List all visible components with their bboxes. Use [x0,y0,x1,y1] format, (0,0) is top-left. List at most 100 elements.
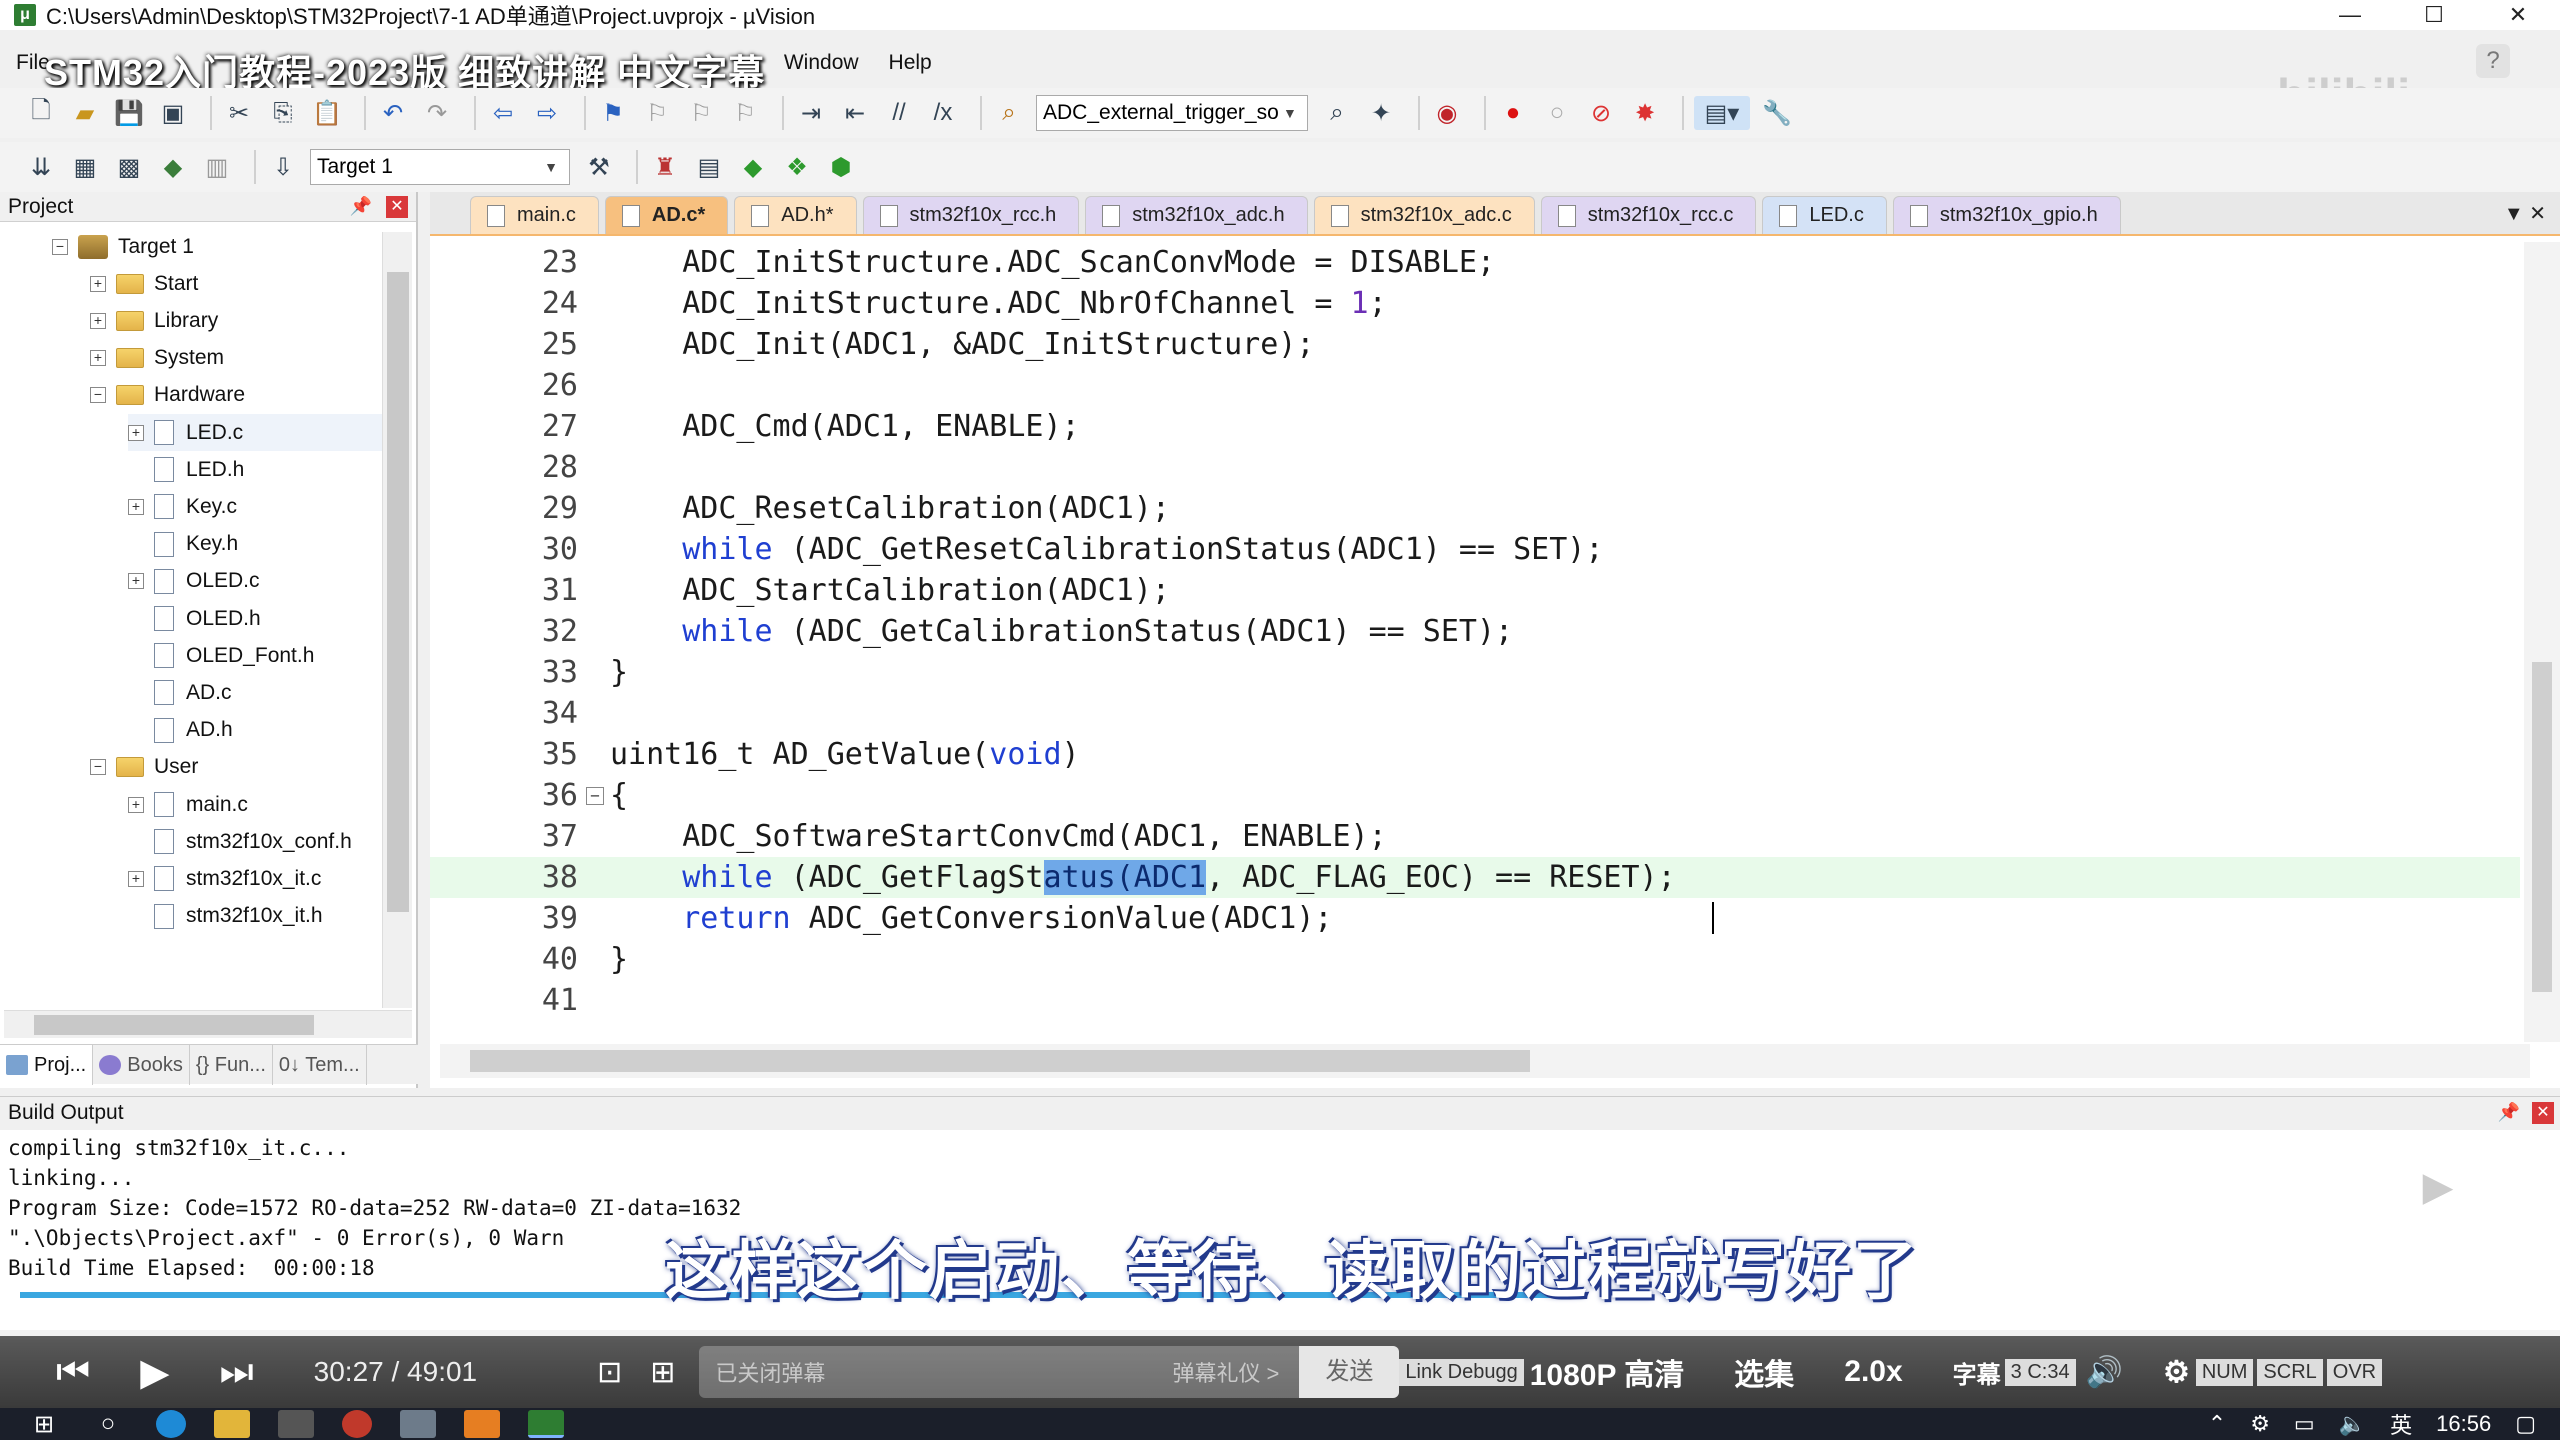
powerpoint-icon[interactable] [342,1410,372,1438]
prev-bookmark-icon[interactable]: ⚐ [640,96,674,130]
redo-icon[interactable]: ↷ [420,96,454,130]
code-area[interactable]: 23 ADC_InitStructure.ADC_ScanConvMode = … [430,242,2520,1054]
collapse-icon[interactable]: − [90,387,106,404]
tree-item[interactable]: AD.c [128,674,232,711]
tree-item[interactable]: + Key.c [128,488,237,525]
debug-session-icon[interactable]: ◉ [1430,96,1464,130]
code-line[interactable]: 28 [430,447,2520,488]
tab-project[interactable]: Proj... [0,1045,94,1085]
target-combo[interactable]: Target 1 ▼ [310,149,570,185]
previous-icon[interactable]: ⏮ [56,1351,90,1394]
expand-icon[interactable]: + [90,312,106,329]
code-line[interactable]: 30 while (ADC_GetResetCalibrationStatus(… [430,529,2520,570]
batch-build-icon[interactable]: ◆ [156,150,190,184]
tree-item[interactable]: + Start [90,265,198,302]
kill-breakpoints-icon[interactable]: ✸ [1628,96,1662,130]
navigate-forward-icon[interactable]: ⇨ [530,96,564,130]
expand-icon[interactable]: + [128,498,144,515]
scrollbar-thumb[interactable] [34,1015,314,1035]
project-tree-horizontal-scrollbar[interactable] [4,1010,412,1038]
configure-icon[interactable]: 🔧 [1760,96,1794,130]
code-line[interactable]: 29 ADC_ResetCalibration(ADC1); [430,488,2520,529]
play-icon[interactable]: ▶ [140,1350,169,1395]
editor-tab[interactable]: stm32f10x_adc.c [1313,196,1535,234]
incremental-find-icon[interactable]: ✦ [1364,96,1398,130]
subtitle-button[interactable]: 字幕 [1953,1355,2001,1390]
clock[interactable]: 16:56 [2436,1411,2491,1437]
expand-icon[interactable]: + [90,350,106,367]
fold-collapse-icon[interactable]: − [586,787,604,805]
code-line[interactable]: 37 ADC_SoftwareStartConvCmd(ADC1, ENABLE… [430,816,2520,857]
speaker-icon[interactable]: 🔈 [2339,1411,2366,1437]
disable-all-breakpoints-icon[interactable]: ⊘ [1584,96,1618,130]
code-line[interactable]: 35 uint16_t AD_GetValue(void) [430,734,2520,775]
tree-item[interactable]: OLED.h [128,600,261,637]
close-icon[interactable]: ✕ [2532,1101,2554,1124]
navigate-back-icon[interactable]: ⇦ [486,96,520,130]
expand-icon[interactable]: + [128,870,144,887]
tree-item[interactable]: stm32f10x_conf.h [128,823,352,860]
build-icon[interactable]: ▦ [68,150,102,184]
clear-bookmarks-icon[interactable]: ⚐ [728,96,762,130]
code-line[interactable]: 41 [430,980,2520,1021]
quality-button[interactable]: 1080P 高清 [1530,1350,1685,1394]
network-icon[interactable]: ⚙ [2250,1411,2270,1437]
tree-item[interactable]: stm32f10x_it.h [128,898,323,935]
comment-icon[interactable]: // [882,96,916,130]
manage-project-icon[interactable]: ♜ [648,150,682,184]
rebuild-icon[interactable]: ▩ [112,150,146,184]
collapse-icon[interactable]: − [52,238,68,255]
tree-item[interactable]: − Target 1 [52,228,194,265]
settings-gear-icon[interactable]: ⚙ [2163,1355,2190,1390]
code-line[interactable]: 25 ADC_Init(ADC1, &ADC_InitStructure); [430,324,2520,365]
translate-icon[interactable]: ⇊ [24,150,58,184]
speed-button[interactable]: 2.0x [1844,1355,1902,1389]
expand-icon[interactable]: + [128,573,144,590]
scrollbar-thumb[interactable] [387,272,409,912]
window-layout-icon[interactable]: ▤▾ [1694,96,1750,130]
save-all-icon[interactable]: ▣ [156,96,190,130]
tab-list-controls[interactable]: ▼ ✕ [2490,201,2560,234]
danmu-toggle-icon[interactable]: ⊡ [597,1355,622,1390]
tree-item[interactable]: OLED_Font.h [128,637,314,674]
help-question-icon[interactable]: ? [2476,44,2510,78]
run-time-environment-icon[interactable]: ⬢ [824,150,858,184]
photos-app-icon[interactable] [400,1410,436,1438]
code-line[interactable]: 23 ADC_InitStructure.ADC_ScanConvMode = … [430,242,2520,283]
code-line[interactable]: 26 [430,365,2520,406]
notification-icon[interactable]: ▢ [2515,1411,2536,1437]
code-line[interactable]: 31 ADC_StartCalibration(ADC1); [430,570,2520,611]
code-line[interactable]: 40} [430,939,2520,980]
unindent-icon[interactable]: ⇤ [838,96,872,130]
ime-indicator[interactable]: 英 [2390,1408,2412,1440]
editor-tab[interactable]: stm32f10x_adc.h [1085,196,1308,234]
editor-tab[interactable]: LED.c [1762,196,1887,234]
find-in-files-icon[interactable]: ⌕ [992,96,1026,130]
tab-books[interactable]: Books [93,1045,190,1085]
disable-breakpoint-icon[interactable]: ○ [1540,96,1574,130]
tab-templates[interactable]: 0↓ Tem... [273,1045,367,1085]
open-folder-icon[interactable]: ▰ [68,96,102,130]
tree-item[interactable]: + main.c [128,786,248,823]
play-overlay-icon[interactable]: ▶ [2388,1146,2488,1228]
menu-help[interactable]: Help [889,51,932,75]
pack-installer-icon[interactable]: ❖ [780,150,814,184]
tab-functions[interactable]: {} Fun... [190,1045,273,1085]
minimize-button[interactable]: — [2308,0,2392,30]
expand-icon[interactable]: + [128,424,144,441]
code-line[interactable]: 33} [430,652,2520,693]
camera-app-icon[interactable] [278,1410,314,1438]
tree-item[interactable]: + LED.c [128,414,385,451]
danmu-settings-icon[interactable]: ⊞ [650,1355,675,1390]
editor-tab[interactable]: AD.h* [734,196,857,234]
breakpoint-icon[interactable]: ● [1496,96,1530,130]
windows-start-icon[interactable]: ⊞ [24,1410,64,1439]
tree-item[interactable]: − User [90,749,198,786]
danmu-input[interactable]: 已关闭弹幕 弹幕礼仪 > 发送 [699,1346,1400,1398]
tree-item[interactable]: Key.h [128,526,238,563]
tree-item[interactable]: − Hardware [90,377,245,414]
define-combo[interactable]: ADC_external_trigger_so ▼ [1036,95,1308,131]
next-icon[interactable]: ⏭ [219,1351,253,1394]
pin-icon[interactable]: 📌 [2498,1102,2520,1123]
bookmark-icon[interactable]: ⚑ [596,96,630,130]
